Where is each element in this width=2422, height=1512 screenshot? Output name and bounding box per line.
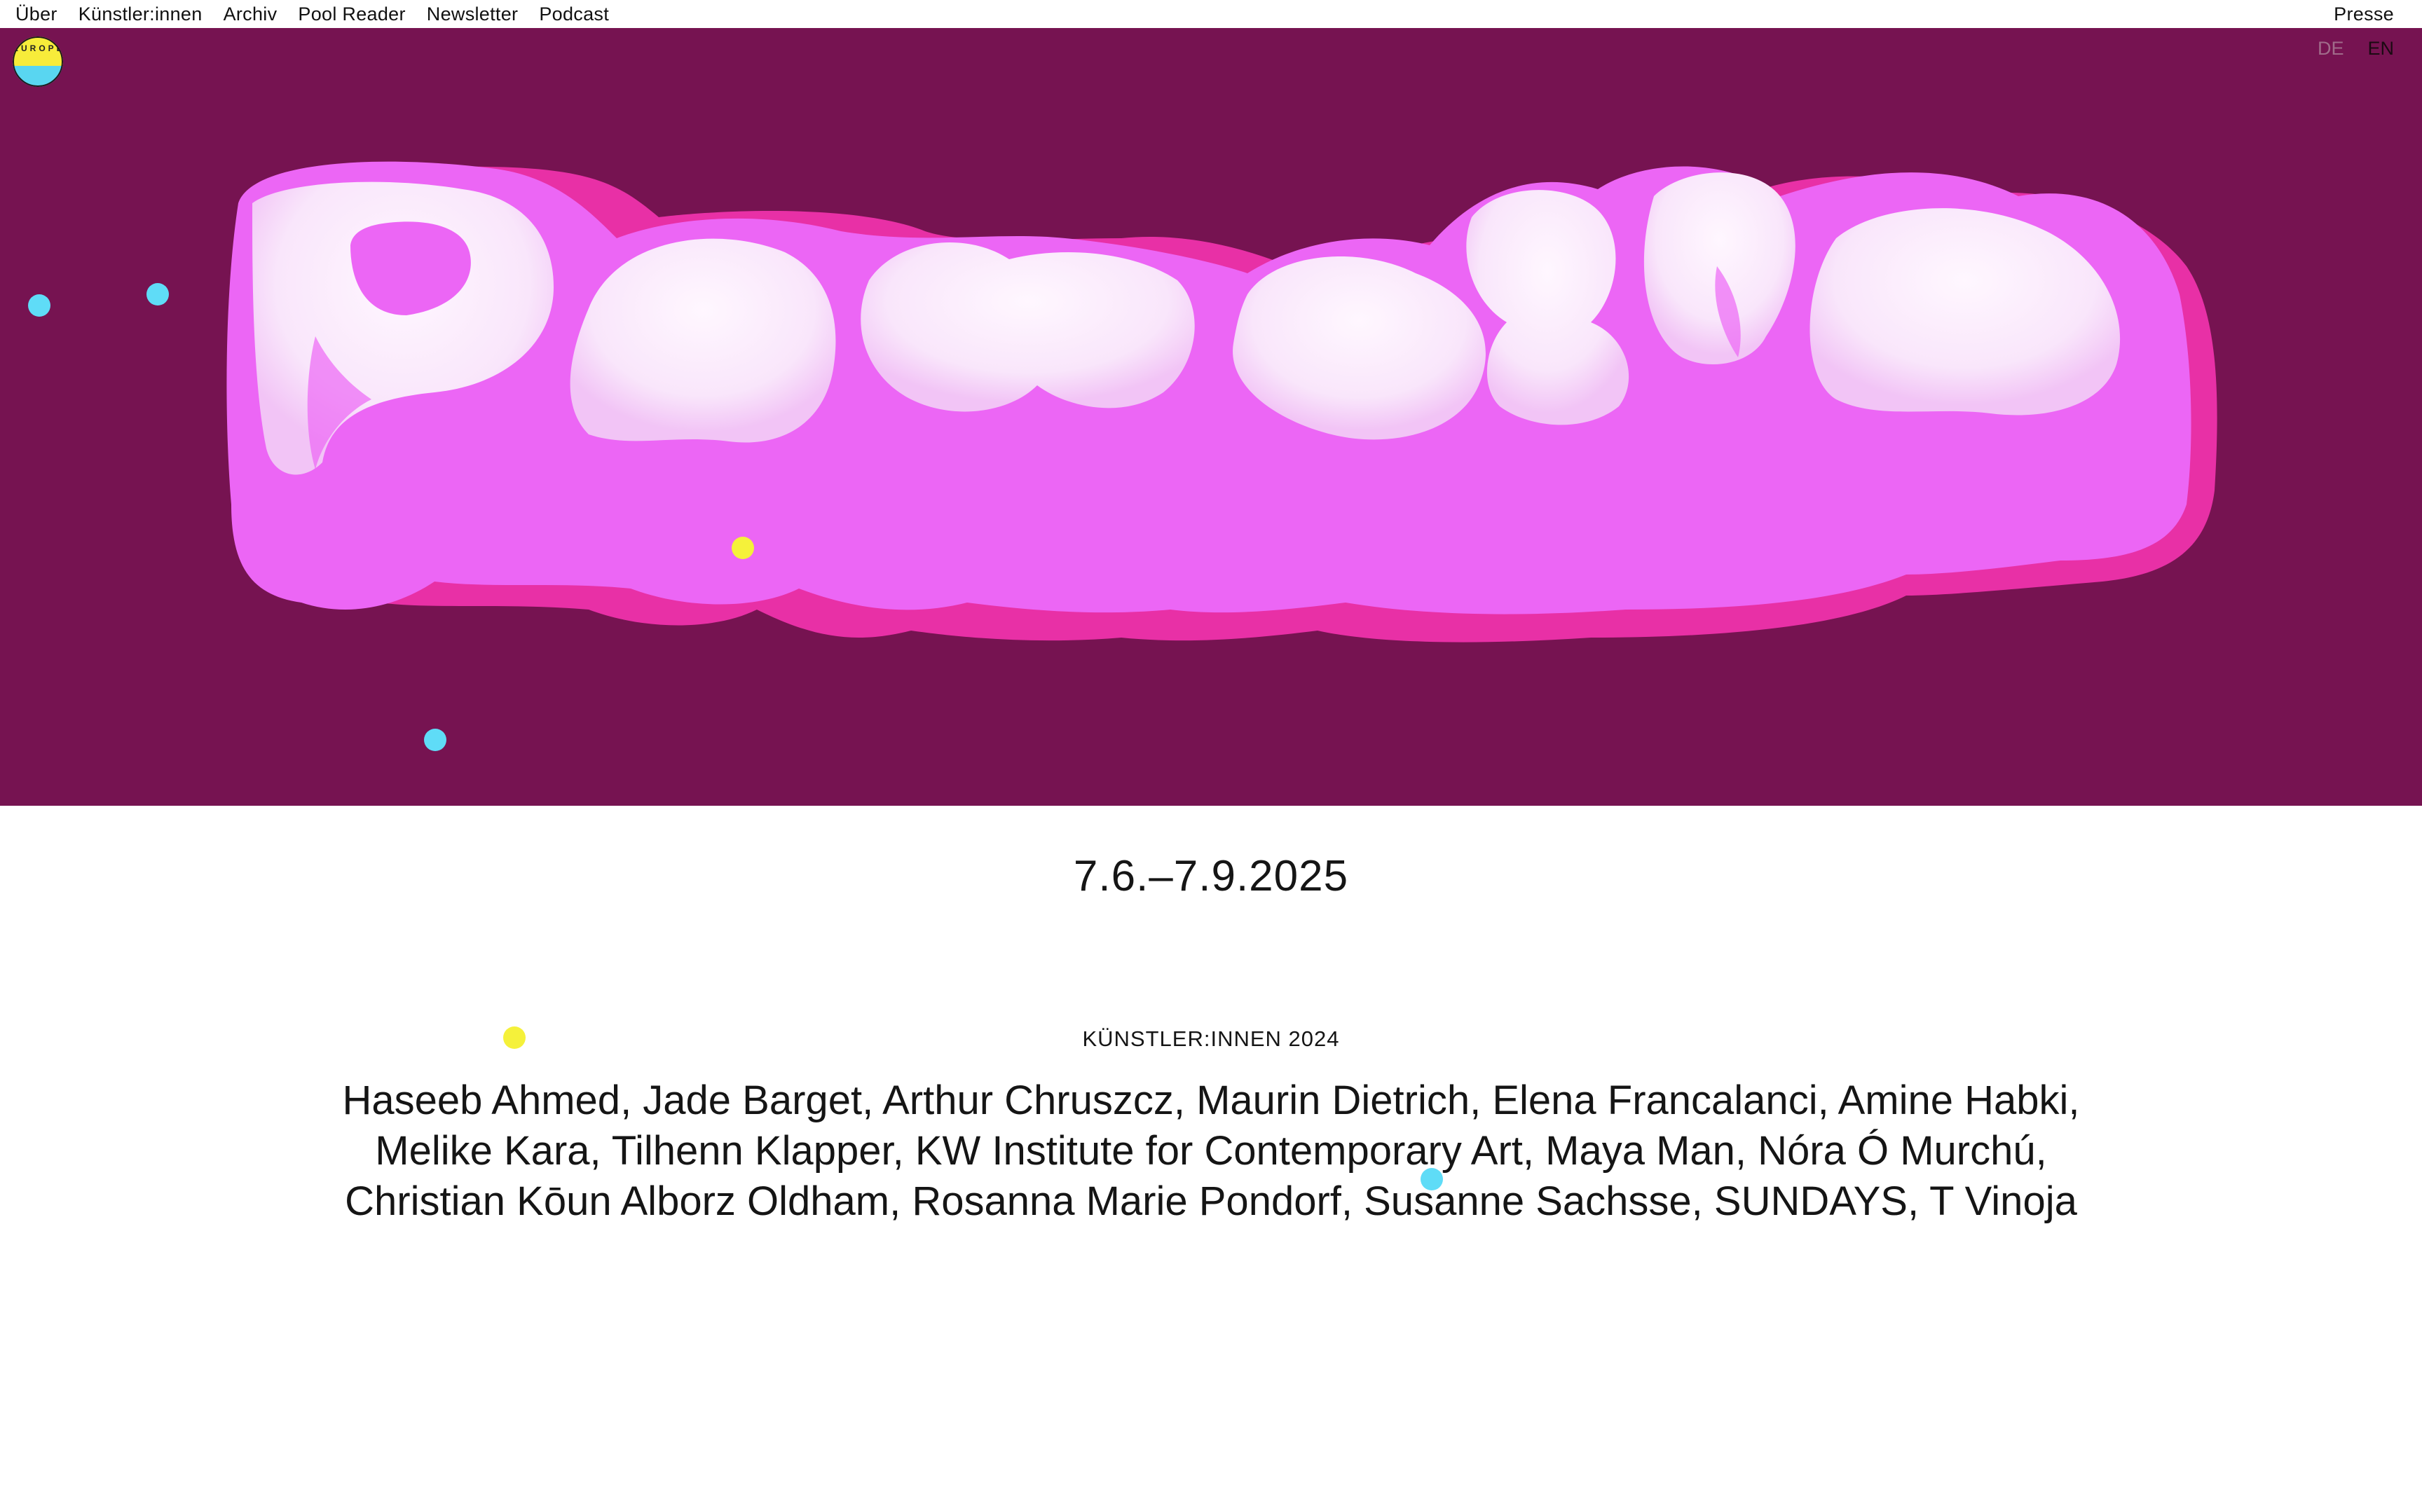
main-menu: Über Künstler:innen Archiv Pool Reader N… xyxy=(15,0,609,28)
nav-item-kuenstlerinnen[interactable]: Künstler:innen xyxy=(78,4,203,25)
top-navigation: Über Künstler:innen Archiv Pool Reader N… xyxy=(0,0,2422,28)
hero-banner: EUROPEZ DE EN xyxy=(0,28,2422,806)
decorative-dot-yellow xyxy=(732,537,754,559)
artists-list: Haseeb Ahmed, Jade Barget, Arthur Chrusz… xyxy=(342,1078,2080,1224)
decorative-dot-cyan xyxy=(146,283,169,305)
language-de-link[interactable]: DE xyxy=(2318,38,2344,60)
exhibition-date: 7.6.–7.9.2025 xyxy=(1073,852,1349,900)
decorative-dot-cyan xyxy=(28,294,50,317)
nav-item-presse[interactable]: Presse xyxy=(2334,4,2394,25)
circle-logo-icon[interactable]: EUROPEZ xyxy=(13,36,63,87)
language-en-link[interactable]: EN xyxy=(2367,38,2394,60)
decorative-dot-cyan xyxy=(424,729,446,751)
nav-item-newsletter[interactable]: Newsletter xyxy=(427,4,519,25)
nav-item-archiv[interactable]: Archiv xyxy=(224,4,278,25)
nav-item-pool-reader[interactable]: Pool Reader xyxy=(298,4,405,25)
decorative-dot-cyan xyxy=(1421,1168,1443,1190)
logo-ring xyxy=(13,36,63,87)
language-switcher: DE EN xyxy=(2318,38,2394,60)
nav-item-ueber[interactable]: Über xyxy=(15,4,57,25)
nav-item-podcast[interactable]: Podcast xyxy=(539,4,609,25)
parasite-title-artwork xyxy=(226,161,2217,642)
artists-section-label: KÜNSTLER:INNEN 2024 xyxy=(1082,1026,1340,1051)
